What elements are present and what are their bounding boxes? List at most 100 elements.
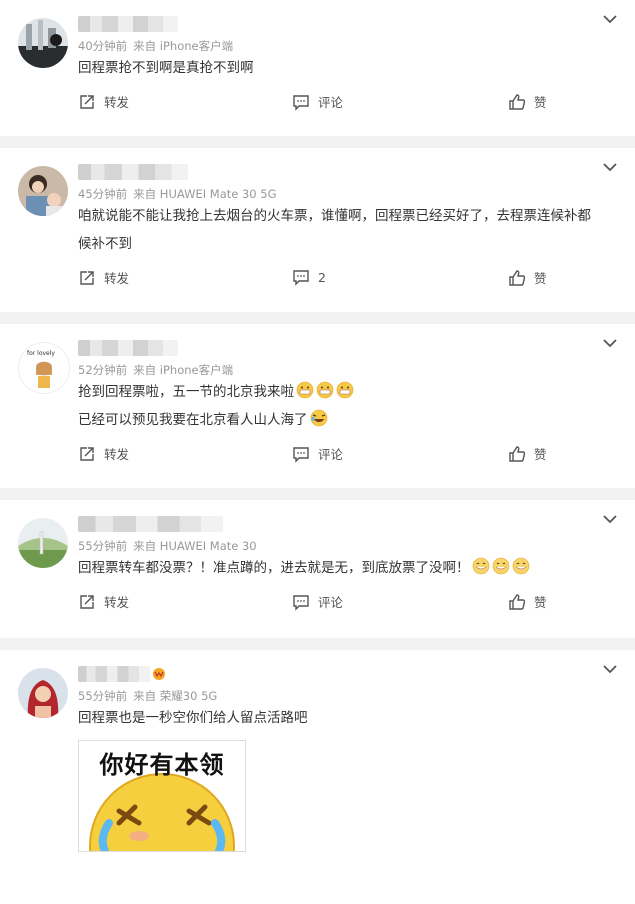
username-row (78, 664, 615, 682)
like-label: 赞 (534, 595, 547, 610)
text-line: 回程票转车都没票？！准点蹲的，进去就是无，到底放票了没啊！ (78, 554, 615, 582)
post-text: 抢到回程票啦，五一节的北京我来啦 已经可以预见我要在北京看人山人海了 (78, 378, 615, 434)
grin-emoji-icon (296, 381, 314, 399)
sticker-caption: 你好有本领 (99, 751, 225, 779)
sticker-image[interactable]: 你好有本领 (78, 740, 246, 852)
comment-icon (293, 270, 309, 286)
avatar[interactable] (18, 668, 68, 718)
action-bar: 转发 2 赞 (78, 258, 615, 298)
vip-badge-icon (153, 668, 165, 680)
text-line: 回程票也是一秒空你们给人留点活路吧 (78, 710, 308, 726)
post-text: 咱就说能不能让我抢上去烟台的火车票，谁懂啊，回程票已经买好了，去程票连候补都 候… (78, 202, 615, 258)
post-meta: 40分钟前 来自 iPhone客户端 (78, 38, 615, 53)
post-text: 回程票转车都没票？！准点蹲的，进去就是无，到底放票了没啊！ (78, 554, 615, 582)
smile-emoji-icon (492, 557, 509, 575)
avatar[interactable] (18, 166, 68, 216)
thumb-up-icon (509, 593, 526, 610)
comment-label: 评论 (318, 447, 344, 462)
chevron-down-icon[interactable] (601, 336, 619, 350)
thumb-up-icon (509, 93, 526, 110)
comment-button[interactable]: 评论 (292, 92, 343, 111)
username-blurred[interactable] (78, 164, 188, 180)
timestamp: 55分钟前 (78, 539, 128, 553)
text-line: 已经可以预见我要在北京看人山人海了 (78, 406, 615, 434)
username-blurred[interactable] (78, 16, 178, 32)
source: 来自 iPhone客户端 (133, 39, 234, 53)
post-meta: 45分钟前 来自 HUAWEI Mate 30 5G (78, 186, 615, 201)
text-line: 抢到回程票啦，五一节的北京我来啦 (78, 378, 615, 406)
repost-label: 转发 (104, 95, 130, 110)
post-meta: 55分钟前 来自 HUAWEI Mate 30 (78, 538, 615, 553)
post-4: 55分钟前 来自 HUAWEI Mate 30 回程票转车都没票？！准点蹲的，进去… (0, 500, 635, 638)
post-1: 40分钟前 来自 iPhone客户端 回程票抢不到啊是真抢不到啊 转发 评论 赞 (0, 0, 635, 136)
repost-button[interactable]: 转发 (78, 92, 129, 111)
source: 来自 HUAWEI Mate 30 (133, 539, 257, 553)
post-2: 45分钟前 来自 HUAWEI Mate 30 5G 咱就说能不能让我抢上去烟台的… (0, 148, 635, 312)
like-button[interactable]: 赞 (508, 92, 547, 111)
smile-emoji-icon (472, 557, 489, 575)
chevron-down-icon[interactable] (601, 160, 619, 174)
action-bar: 转发 评论 赞 (78, 582, 615, 622)
avatar[interactable] (18, 18, 68, 68)
timestamp: 40分钟前 (78, 39, 128, 53)
comment-label: 评论 (318, 95, 344, 110)
text-span: 抢到回程票啦，五一节的北京我来啦 (78, 384, 294, 400)
repost-button[interactable]: 转发 (78, 592, 129, 611)
svg-text:for lovely: for lovely (27, 350, 55, 357)
repost-label: 转发 (104, 447, 130, 462)
username-blurred[interactable] (78, 666, 150, 682)
username-blurred[interactable] (78, 516, 223, 532)
text-line: 咱就说能不能让我抢上去烟台的火车票，谁懂啊，回程票已经买好了，去程票连候补都 (78, 208, 591, 224)
comment-count: 2 (318, 269, 326, 285)
action-bar: 转发 评论 赞 (78, 82, 615, 122)
comment-icon (293, 94, 309, 111)
chevron-down-icon[interactable] (601, 512, 619, 526)
like-label: 赞 (534, 271, 547, 286)
comment-button[interactable]: 2 (292, 268, 326, 286)
post-text: 回程票也是一秒空你们给人留点活路吧 (78, 704, 615, 732)
like-button[interactable]: 赞 (508, 268, 547, 287)
repost-button[interactable]: 转发 (78, 268, 129, 287)
chevron-down-icon[interactable] (601, 12, 619, 26)
username-blurred[interactable] (78, 340, 178, 356)
comment-button[interactable]: 评论 (292, 444, 343, 463)
comment-icon (293, 594, 309, 611)
repost-label: 转发 (104, 595, 130, 610)
chevron-down-icon[interactable] (601, 662, 619, 676)
share-icon (80, 446, 94, 461)
post-text: 回程票抢不到啊是真抢不到啊 (78, 54, 615, 82)
source: 来自 iPhone客户端 (133, 363, 234, 377)
source: 来自 HUAWEI Mate 30 5G (133, 187, 277, 201)
comment-icon (293, 446, 309, 463)
post-5: 55分钟前 来自 荣耀30 5G 回程票也是一秒空你们给人留点活路吧 你好有本领 (0, 650, 635, 904)
timestamp: 55分钟前 (78, 689, 128, 703)
timestamp: 45分钟前 (78, 187, 128, 201)
avatar[interactable] (18, 518, 68, 568)
grin-emoji-icon (336, 381, 354, 399)
text-span: 回程票转车都没票？！准点蹲的，进去就是无，到底放票了没啊！ (78, 560, 470, 576)
text-span: 已经可以预见我要在北京看人山人海了 (78, 412, 308, 428)
post-meta: 55分钟前 来自 荣耀30 5G (78, 688, 615, 703)
thumb-up-icon (509, 445, 526, 462)
repost-label: 转发 (104, 271, 130, 286)
comment-button[interactable]: 评论 (292, 592, 343, 611)
grin-emoji-icon (316, 381, 334, 399)
text-line: 候补不到 (78, 236, 132, 252)
source: 来自 荣耀30 5G (133, 689, 218, 703)
comment-label: 评论 (318, 595, 344, 610)
share-icon (80, 94, 94, 109)
action-bar: 转发 评论 赞 (78, 434, 615, 474)
timestamp: 52分钟前 (78, 363, 128, 377)
laugh-cry-emoji-icon (310, 409, 327, 427)
repost-button[interactable]: 转发 (78, 444, 129, 463)
thumb-up-icon (509, 269, 526, 286)
smile-emoji-icon (512, 557, 529, 575)
share-icon (80, 594, 94, 609)
avatar[interactable]: for lovely (18, 342, 70, 394)
like-button[interactable]: 赞 (508, 444, 547, 463)
share-icon (80, 270, 94, 285)
text-line: 回程票抢不到啊是真抢不到啊 (78, 60, 254, 76)
like-button[interactable]: 赞 (508, 592, 547, 611)
like-label: 赞 (534, 447, 547, 462)
post-meta: 52分钟前 来自 iPhone客户端 (78, 362, 615, 377)
